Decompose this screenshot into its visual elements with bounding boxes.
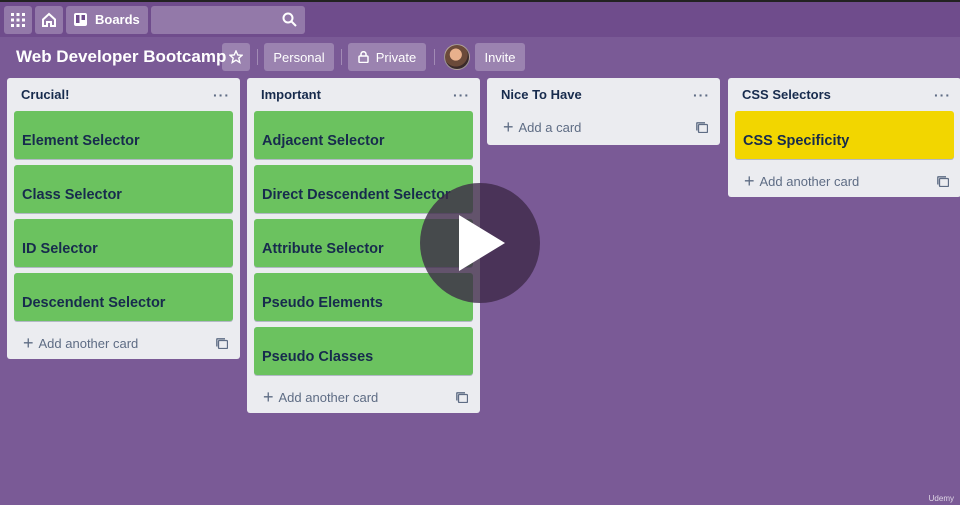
lock-icon [358,51,369,63]
add-card-row[interactable]: + Add a card [487,111,720,143]
card-title: Adjacent Selector [262,133,385,149]
plus-icon: + [263,387,274,407]
more-icon[interactable]: ··· [693,87,710,103]
plus-icon: + [744,171,755,191]
add-card-label: Add another card [759,173,860,189]
card[interactable]: Adjacent Selector [254,111,473,159]
list-header[interactable]: Crucial! ··· [7,78,240,111]
more-icon[interactable]: ··· [213,87,230,103]
card-template-icon[interactable] [216,337,228,349]
card[interactable]: Descendent Selector [14,273,233,321]
private-label: Private [375,49,417,65]
privacy-button[interactable]: Private [348,43,426,71]
card-title: Direct Descendent Selector [262,187,451,203]
list-title[interactable]: Important [261,87,321,102]
card-title: ID Selector [22,241,98,257]
separator [257,49,258,65]
list-css-selectors: CSS Selectors ··· CSS Specificity + Add … [728,78,960,197]
card-title: CSS Specificity [743,133,850,149]
play-icon [459,215,505,271]
add-card-row[interactable]: + Add another card [7,327,240,359]
search-icon [282,12,297,27]
card-template-icon[interactable] [937,175,949,187]
card[interactable]: Class Selector [14,165,233,213]
list-nice-to-have: Nice To Have ··· + Add a card [487,78,720,145]
plus-icon: + [23,333,34,353]
video-play-button[interactable] [420,183,540,303]
apps-button[interactable] [4,5,32,34]
board-header: Web Developer Bootcamp Personal Private … [0,37,960,77]
list-title[interactable]: Crucial! [21,87,69,102]
separator [341,49,342,65]
star-icon [229,50,243,64]
card-template-icon[interactable] [456,391,468,403]
home-button[interactable] [35,5,63,34]
separator [434,49,435,65]
team-visibility-button[interactable]: Personal [264,43,334,71]
watermark: Udemy [928,494,954,503]
add-card-label: Add another card [278,389,379,405]
list-header[interactable]: Nice To Have ··· [487,78,720,111]
add-card-label: Add a card [518,119,582,135]
card-template-icon[interactable] [696,121,708,133]
card[interactable]: Element Selector [14,111,233,159]
card-title: Class Selector [22,187,122,203]
card-title: Descendent Selector [22,295,166,311]
member-avatar[interactable] [444,44,470,70]
list-title[interactable]: CSS Selectors [742,87,831,102]
board-title[interactable]: Web Developer Bootcamp [16,47,226,67]
card[interactable]: ID Selector [14,219,233,267]
card-title: Attribute Selector [262,241,384,257]
list-header[interactable]: CSS Selectors ··· [728,78,960,111]
list-title[interactable]: Nice To Have [501,87,582,102]
invite-button[interactable]: Invite [475,43,525,71]
boards-icon [74,13,87,26]
top-navigation-bar: Boards [0,2,960,37]
card-title: Pseudo Elements [262,295,383,311]
list-crucial: Crucial! ··· Element Selector Class Sele… [7,78,240,359]
invite-label: Invite [484,49,516,65]
card-title: Element Selector [22,133,140,149]
card[interactable]: Pseudo Classes [254,327,473,375]
boards-button[interactable]: Boards [66,5,148,34]
star-button[interactable] [222,43,250,71]
boards-label: Boards [95,12,140,27]
more-icon[interactable]: ··· [453,87,470,103]
plus-icon: + [503,117,514,137]
more-icon[interactable]: ··· [934,87,951,103]
card-title: Pseudo Classes [262,349,374,365]
home-icon [42,12,56,27]
add-card-row[interactable]: + Add another card [247,381,480,413]
list-header[interactable]: Important ··· [247,78,480,111]
apps-grid-icon [11,12,25,27]
add-card-row[interactable]: + Add another card [728,165,960,197]
search-input[interactable] [150,5,305,34]
add-card-label: Add another card [38,335,139,351]
card[interactable]: CSS Specificity [735,111,954,159]
personal-label: Personal [273,49,325,65]
